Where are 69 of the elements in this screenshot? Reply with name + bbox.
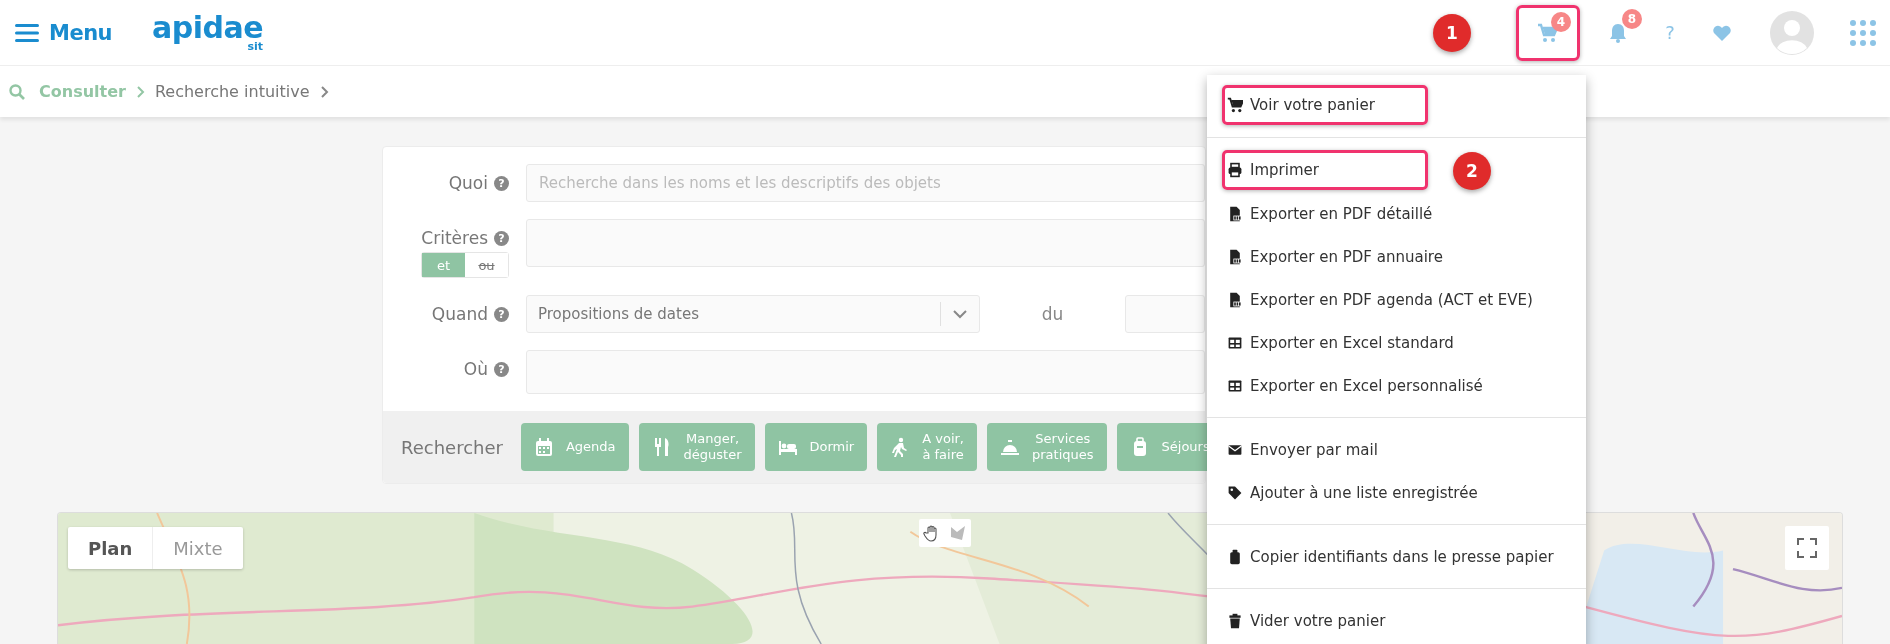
count-badge: 8: [1622, 8, 1642, 29]
category-button[interactable]: Agenda: [520, 423, 629, 471]
menu-item[interactable]: Exporter en PDF détaillé: [1222, 192, 1436, 235]
avatar-icon[interactable]: [1770, 10, 1814, 55]
field-label: Quand: [431, 304, 488, 324]
fullscreen-icon: [1797, 538, 1817, 558]
field-label: Où: [463, 359, 488, 379]
help-icon[interactable]: ?: [494, 175, 509, 191]
breadcrumb-current: Recherche intuitive: [154, 82, 310, 102]
count-badge: 4: [1551, 11, 1571, 32]
date-select[interactable]: Propositions de dates: [526, 295, 980, 333]
bell-icon: [1609, 22, 1627, 43]
category-button[interactable]: Services pratiques: [987, 423, 1107, 471]
category-button[interactable]: Manger, déguster: [638, 423, 755, 471]
favorites-button[interactable]: [1712, 23, 1732, 42]
clipboard-icon: [1227, 547, 1243, 566]
help-icon[interactable]: ?: [494, 361, 509, 377]
cart-button[interactable]: 4: [1516, 4, 1580, 61]
range-label: du: [1040, 303, 1065, 326]
pdf-file-icon: [1227, 204, 1243, 223]
toggle-option[interactable]: et: [422, 253, 465, 277]
menu-item[interactable]: Voir votre panier: [1222, 85, 1428, 125]
apps-grid-icon[interactable]: [1850, 19, 1876, 46]
date-field[interactable]: [1125, 295, 1205, 333]
menu-icon: [15, 22, 39, 43]
menu-item[interactable]: Envoyer par mail: [1222, 428, 1381, 471]
chevron-right-icon: [319, 85, 329, 98]
menu-item[interactable]: Ajouter à une liste enregistrée: [1222, 471, 1481, 514]
menu-item[interactable]: Vider votre panier: [1222, 599, 1389, 642]
input-field[interactable]: [526, 350, 1205, 394]
trash-icon: [1227, 611, 1243, 630]
heart-icon: [1712, 23, 1732, 42]
category-button[interactable]: Dormir: [764, 423, 868, 471]
menu-item[interactable]: Exporter en PDF agenda (ACT et EVE): [1222, 278, 1536, 321]
menu-item[interactable]: Copier identifiants dans le presse papier: [1222, 535, 1557, 578]
search-icon: [9, 83, 25, 100]
map-type-tab[interactable]: Mixte: [152, 527, 243, 569]
printer-icon: [1227, 161, 1243, 179]
field-label: Critères: [421, 228, 488, 248]
callout-marker: 1: [1433, 13, 1471, 52]
help-button[interactable]: ?: [1660, 22, 1680, 44]
criteria-field[interactable]: [526, 219, 1205, 267]
cart-icon: [1227, 96, 1243, 114]
pdf-file-icon: [1227, 247, 1243, 266]
map-type-tab[interactable]: Plan: [68, 527, 153, 569]
select-value: Propositions de dates: [538, 305, 700, 323]
field-label: Quoi: [448, 173, 488, 193]
service-bell-icon: [1000, 437, 1020, 457]
calendar-icon: [533, 437, 554, 457]
menu-item[interactable]: Exporter en Excel personnalisé: [1222, 364, 1486, 407]
cart-icon: [1537, 22, 1559, 43]
chevron-down-icon: [953, 309, 967, 319]
search-label: Rechercher: [401, 436, 503, 458]
logo-subtext: sit: [247, 41, 264, 53]
menu-item[interactable]: Exporter en PDF annuaire: [1222, 235, 1446, 278]
logo-text: apidae: [152, 13, 264, 44]
logo[interactable]: apidae sit: [152, 13, 264, 53]
callout-marker: 2: [1453, 152, 1491, 190]
input-field[interactable]: Recherche dans les noms et les descriptifs des objets: [526, 164, 1205, 202]
pdf-file-icon: [1227, 290, 1243, 309]
fullscreen-button[interactable]: [1785, 526, 1829, 570]
help-icon[interactable]: ?: [494, 306, 509, 322]
chevron-right-icon: [135, 85, 145, 98]
polygon-icon: [949, 524, 967, 542]
menu-button[interactable]: Menu: [15, 20, 113, 45]
menu-item[interactable]: Exporter en Excel standard: [1222, 321, 1457, 364]
category-button[interactable]: A voir, à faire: [877, 423, 977, 471]
breadcrumb-link[interactable]: Consulter: [39, 82, 126, 102]
help-icon[interactable]: ?: [494, 230, 509, 246]
